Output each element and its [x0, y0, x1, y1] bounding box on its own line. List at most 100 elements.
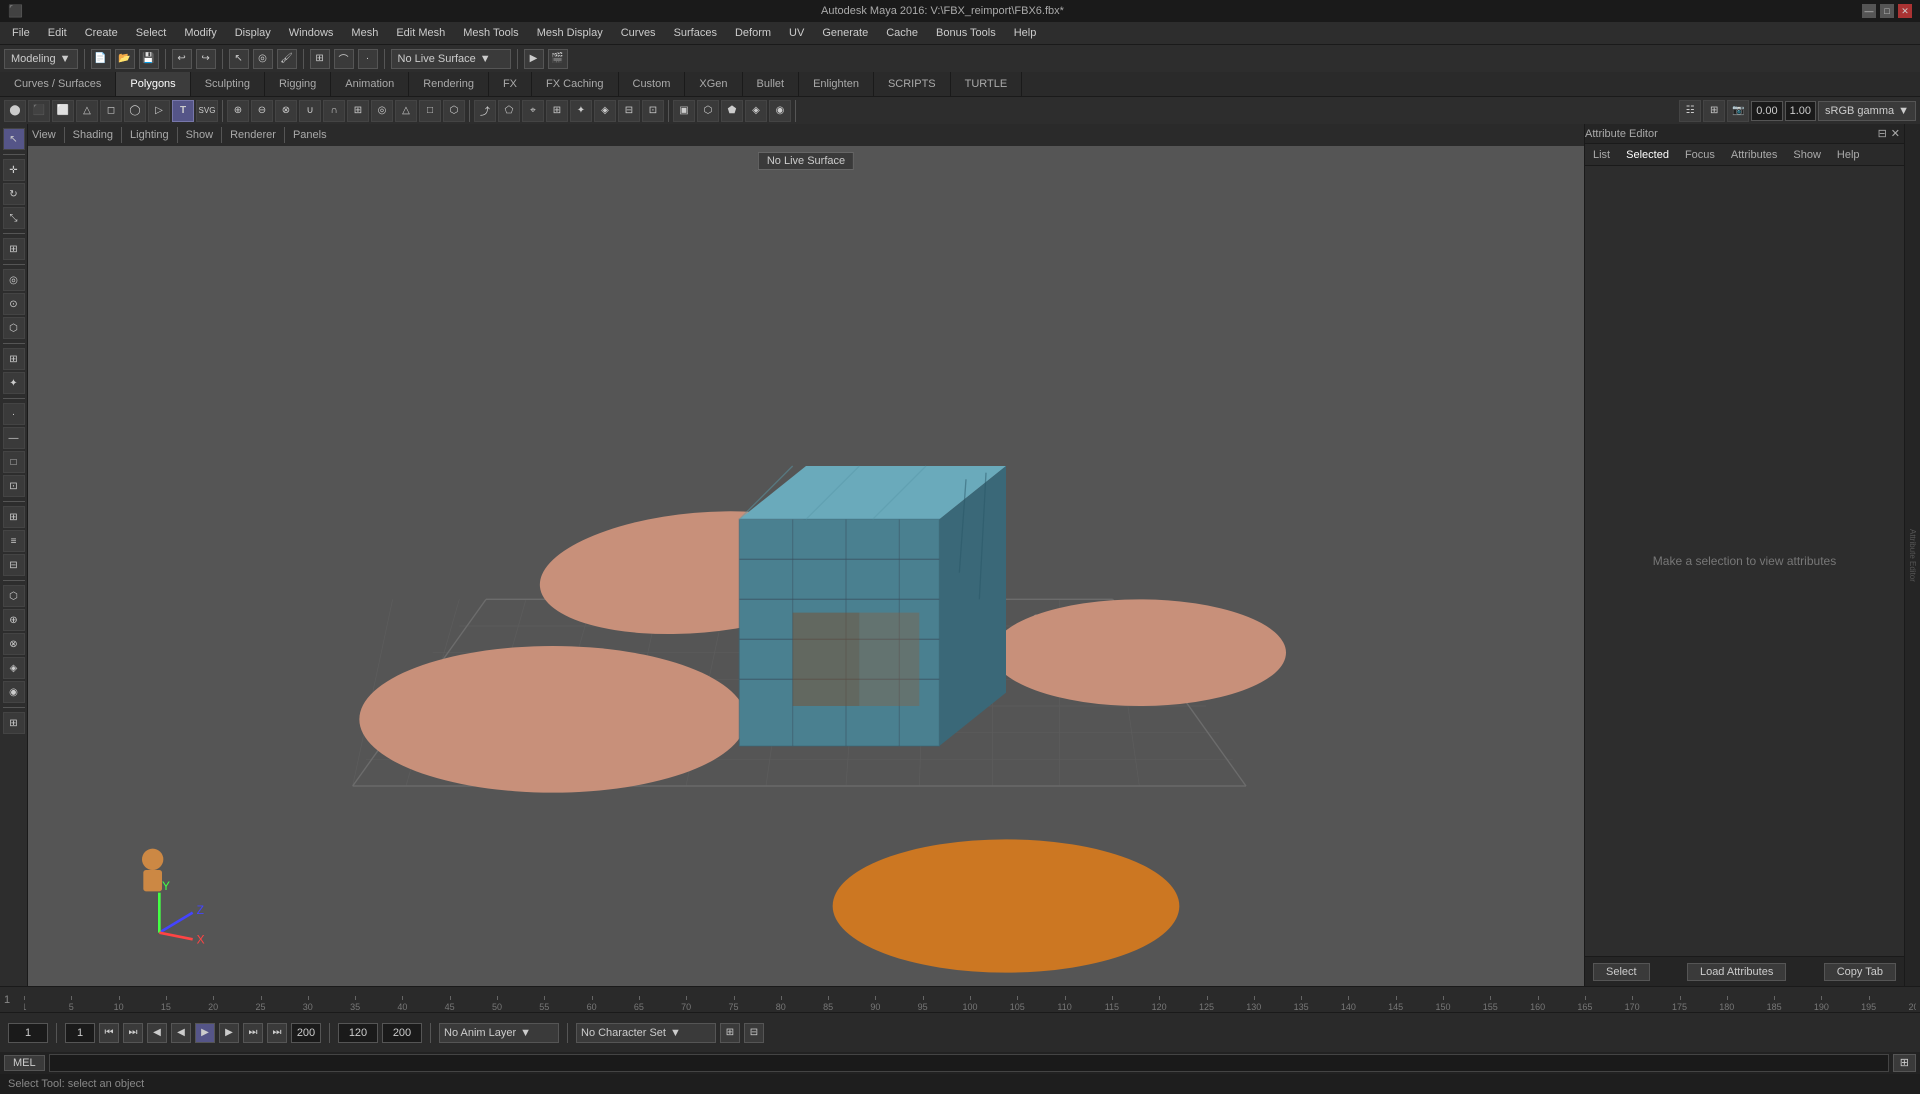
tab-turtle[interactable]: TURTLE	[951, 72, 1023, 96]
attr-tab-show[interactable]: Show	[1789, 147, 1825, 163]
boolean-diff-icon[interactable]: ∩	[323, 100, 345, 122]
menu-item-curves[interactable]: Curves	[613, 25, 664, 41]
channel-btn[interactable]: ≡	[3, 530, 25, 552]
new-file-icon[interactable]: 📄	[91, 49, 111, 69]
attr-tab-attributes[interactable]: Attributes	[1727, 147, 1781, 163]
menu-item-select[interactable]: Select	[128, 25, 175, 41]
open-file-icon[interactable]: 📂	[115, 49, 135, 69]
combine-icon[interactable]: ⊕	[227, 100, 249, 122]
select-lasso-icon[interactable]: ⬡	[697, 100, 719, 122]
character-set-dropdown[interactable]: No Character Set ▼	[576, 1023, 716, 1043]
render-icon[interactable]: ▶	[524, 49, 544, 69]
tab-xgen[interactable]: XGen	[685, 72, 742, 96]
mel-tab[interactable]: MEL	[4, 1055, 45, 1071]
scale-tool-btn[interactable]: ⤡	[3, 207, 25, 229]
component-face-btn[interactable]: □	[3, 451, 25, 473]
timeline[interactable]: 1 15101520253035404550556065707580859095…	[0, 986, 1920, 1012]
attr-editor-float-btn[interactable]: ⊟	[1878, 127, 1887, 140]
tab-enlighten[interactable]: Enlighten	[799, 72, 874, 96]
component-vert-btn[interactable]: ·	[3, 403, 25, 425]
range-end-input[interactable]	[291, 1023, 321, 1043]
viewport[interactable]: ViewShadingLightingShowRendererPanels	[28, 124, 1584, 986]
tab-scripts[interactable]: SCRIPTS	[874, 72, 951, 96]
step-back-btn[interactable]: ⏭	[123, 1023, 143, 1043]
subbar-item-renderer[interactable]: Renderer	[230, 129, 276, 141]
play-fwd-btn[interactable]: ▶	[195, 1023, 215, 1043]
component-edge-btn[interactable]: —	[3, 427, 25, 449]
anim-layer-dropdown[interactable]: No Anim Layer ▼	[439, 1023, 559, 1043]
undo-icon[interactable]: ↩	[172, 49, 192, 69]
range-start-input[interactable]	[65, 1023, 95, 1043]
lasso-icon[interactable]: ◎	[253, 49, 273, 69]
copy-tab-button[interactable]: Copy Tab	[1824, 963, 1896, 981]
tab-fx[interactable]: FX	[489, 72, 532, 96]
val2-field[interactable]: 1.00	[1785, 101, 1816, 121]
subbar-item-lighting[interactable]: Lighting	[130, 129, 169, 141]
nurbs-cone-icon[interactable]: △	[76, 100, 98, 122]
current-frame-input[interactable]	[8, 1023, 48, 1043]
render2-icon[interactable]: 🎬	[548, 49, 568, 69]
optimize-btn[interactable]: ◉	[3, 681, 25, 703]
menu-item-mesh[interactable]: Mesh	[343, 25, 386, 41]
char-set-btn1[interactable]: ⊞	[720, 1023, 740, 1043]
svg-icon[interactable]: SVG	[196, 100, 218, 122]
mel-input[interactable]	[49, 1054, 1889, 1072]
attr-tab-selected[interactable]: Selected	[1622, 147, 1673, 163]
append-icon[interactable]: ⊞	[546, 100, 568, 122]
nurbs-cube-icon[interactable]: ⬛	[28, 100, 50, 122]
load-attributes-button[interactable]: Load Attributes	[1687, 963, 1786, 981]
move-tool-btn[interactable]: ✛	[3, 159, 25, 181]
tab-rigging[interactable]: Rigging	[265, 72, 331, 96]
separate-icon[interactable]: ⊖	[251, 100, 273, 122]
snap-grid-icon[interactable]: ⊞	[310, 49, 330, 69]
menu-item-file[interactable]: File	[4, 25, 38, 41]
menu-item-bonus-tools[interactable]: Bonus Tools	[928, 25, 1004, 41]
paint-select-btn[interactable]: ⬡	[3, 317, 25, 339]
end-frame-input[interactable]	[338, 1023, 378, 1043]
tab-rendering[interactable]: Rendering	[409, 72, 489, 96]
bridge-icon[interactable]: ⌖	[522, 100, 544, 122]
prev-key-btn[interactable]: ◀	[147, 1023, 167, 1043]
next-key-btn[interactable]: ▶	[219, 1023, 239, 1043]
nurbs-plane-icon[interactable]: ◻	[100, 100, 122, 122]
quad-icon[interactable]: □	[419, 100, 441, 122]
menu-item-edit-mesh[interactable]: Edit Mesh	[388, 25, 453, 41]
edge-loop-icon[interactable]: ⊟	[618, 100, 640, 122]
go-start-btn[interactable]: ⏮	[99, 1023, 119, 1043]
component-uv-btn[interactable]: ⊡	[3, 475, 25, 497]
history-btn[interactable]: ⊞	[3, 506, 25, 528]
snap-grid-btn[interactable]: ⊞	[3, 348, 25, 370]
extrude-icon[interactable]: ⤴	[474, 100, 496, 122]
attr-tab-help[interactable]: Help	[1833, 147, 1864, 163]
select-shrink-icon[interactable]: ◉	[769, 100, 791, 122]
snap-pt-btn[interactable]: ✦	[3, 372, 25, 394]
wedge-icon[interactable]: ◈	[594, 100, 616, 122]
select-tool-btn[interactable]: ↖	[3, 128, 25, 150]
edge-ring-icon[interactable]: ⊡	[642, 100, 664, 122]
bevel-icon[interactable]: ⬠	[498, 100, 520, 122]
vp-interact-icon[interactable]: ☷	[1679, 100, 1701, 122]
unfold-btn[interactable]: ⊗	[3, 633, 25, 655]
menu-item-edit[interactable]: Edit	[40, 25, 75, 41]
select-button[interactable]: Select	[1593, 963, 1650, 981]
menu-item-help[interactable]: Help	[1006, 25, 1045, 41]
play-back-btn[interactable]: ◀	[171, 1023, 191, 1043]
subbar-item-show[interactable]: Show	[186, 129, 214, 141]
timeline-ticks[interactable]: 1510152025303540455055606570758085909510…	[24, 987, 1916, 1012]
nurbs-sphere-icon[interactable]: ⬤	[4, 100, 26, 122]
menu-item-cache[interactable]: Cache	[878, 25, 926, 41]
mode-dropdown[interactable]: Modeling ▼	[4, 49, 78, 69]
select-icon[interactable]: ↖	[229, 49, 249, 69]
menu-item-generate[interactable]: Generate	[814, 25, 876, 41]
menu-item-display[interactable]: Display	[227, 25, 279, 41]
gamma-dropdown[interactable]: sRGB gamma ▼	[1818, 101, 1916, 121]
no-live-surface-dropdown[interactable]: No Live Surface ▼	[391, 49, 511, 69]
maximize-button[interactable]: □	[1880, 4, 1894, 18]
menu-item-mesh-display[interactable]: Mesh Display	[529, 25, 611, 41]
layer-btn[interactable]: ⊟	[3, 554, 25, 576]
lasso-select-btn[interactable]: ⊙	[3, 293, 25, 315]
minimize-button[interactable]: —	[1862, 4, 1876, 18]
tab-sculpting[interactable]: Sculpting	[191, 72, 265, 96]
close-button[interactable]: ✕	[1898, 4, 1912, 18]
snap-curve-icon[interactable]: ⌒	[334, 49, 354, 69]
